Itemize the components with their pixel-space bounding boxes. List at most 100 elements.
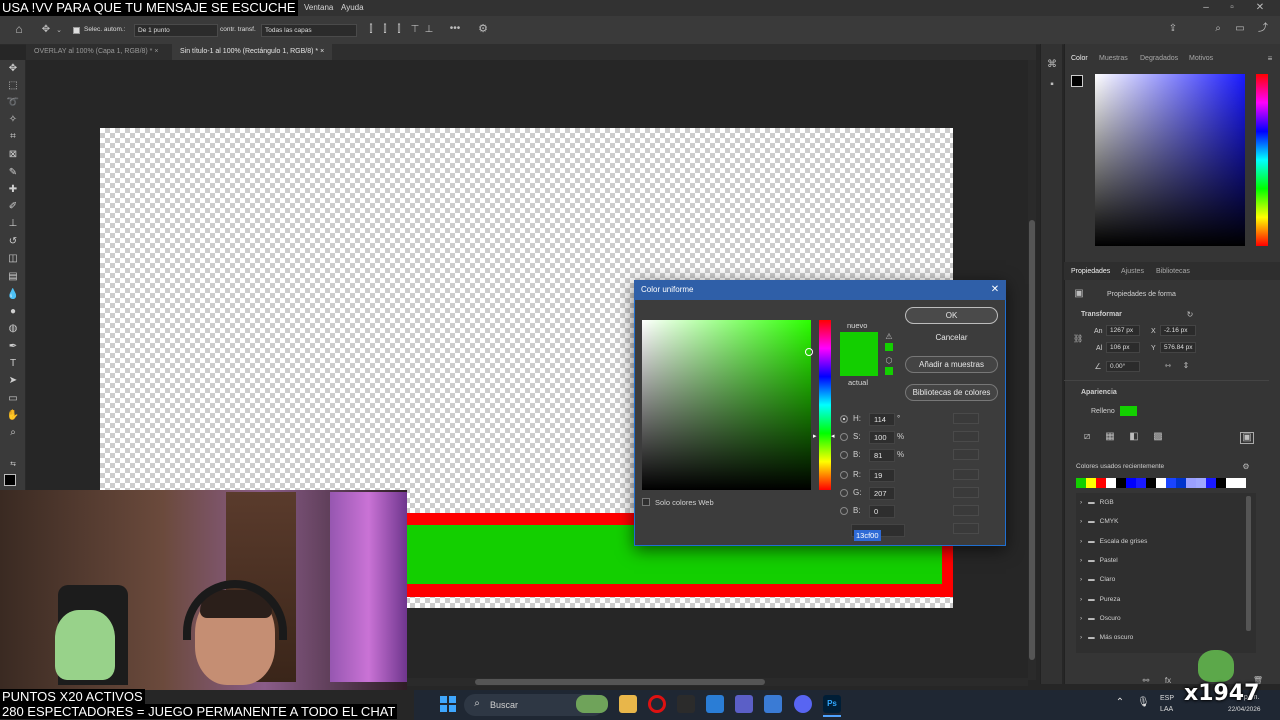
web-safe-swatch[interactable] [885,367,893,375]
teams-icon[interactable] [735,695,753,713]
hand-tool-icon[interactable]: ✋ [6,409,20,423]
close-icon[interactable]: ✕ [1254,3,1266,13]
color-field[interactable] [642,320,811,490]
color-picker-icon[interactable]: ▣ [1240,432,1254,444]
store-icon[interactable] [764,695,782,713]
chevron-right-icon[interactable]: › [1080,634,1082,641]
eyedropper-tool-icon[interactable]: ✎ [6,166,20,180]
recent-color-swatch[interactable] [1126,478,1136,488]
chevron-down-icon[interactable]: ⌄ [55,26,63,36]
color-field-cursor[interactable] [805,348,813,356]
weather-widget-icon[interactable] [576,695,608,713]
tab-bibliotecas[interactable]: Bibliotecas [1156,268,1190,275]
recent-color-swatch[interactable] [1216,478,1226,488]
swatch-folder[interactable]: › ▬ Pureza [1080,590,1120,609]
swatch-folder[interactable]: › ▬ RGB [1080,493,1114,512]
zoom-tool-icon[interactable]: ⌕ [6,426,20,440]
recent-color-swatch[interactable] [1076,478,1086,488]
gradient-tool-icon[interactable]: ▤ [6,270,20,284]
mode-radio[interactable] [840,415,848,423]
menu-ayuda[interactable]: Ayuda [341,3,364,12]
magic-wand-tool-icon[interactable]: ✧ [6,113,20,127]
align-left-icon[interactable]: ⫿ [366,25,376,35]
tab-sin-titulo[interactable]: Sin título-1 al 100% (Rectángulo 1, RGB/… [172,44,333,60]
workspace-icon[interactable]: ▭ [1233,24,1247,34]
y-field[interactable]: 576.84 px [1160,342,1196,353]
recent-color-swatch[interactable] [1196,478,1206,488]
swatch-folder[interactable]: › ▬ Escala de grises [1080,532,1147,551]
flip-horizontal-icon[interactable]: ⇿ [1163,361,1173,371]
field-value-input[interactable]: 114 [869,413,895,426]
pen-tool-icon[interactable]: ✒ [6,340,20,354]
recent-color-swatch[interactable] [1186,478,1196,488]
recent-color-swatch[interactable] [1236,478,1246,488]
microphone-icon[interactable]: 🎙 [1137,698,1150,708]
sponge-tool-icon[interactable]: ◍ [6,322,20,336]
comments-panel-icon[interactable]: ▪ [1046,80,1058,90]
chevron-right-icon[interactable]: › [1080,557,1082,564]
marquee-tool-icon[interactable]: ⬚ [6,79,20,93]
hex-field[interactable]: 13cf00 [851,524,905,541]
foreground-color-swatch[interactable] [4,474,16,486]
mode-radio[interactable] [840,471,848,479]
chevron-right-icon[interactable]: › [1080,538,1082,545]
field-value-input[interactable]: 100 [869,431,895,444]
gradient-fill-icon[interactable]: ◧ [1127,432,1141,442]
layers-select[interactable]: Todas las capas [261,24,357,37]
gamut-warning-icon[interactable]: ⚠ [884,332,894,342]
horizontal-scrollbar-thumb[interactable] [475,679,765,685]
recent-color-swatch[interactable] [1176,478,1186,488]
cancel-button[interactable]: Cancelar [905,329,998,346]
gear-icon[interactable]: ⚙ [1241,462,1251,472]
chevron-right-icon[interactable]: › [1080,596,1082,603]
move-tool-icon[interactable]: ✥ [6,62,20,76]
history-brush-tool-icon[interactable]: ↺ [6,235,20,249]
search-icon[interactable]: ⌕ [1211,24,1225,34]
link-proportions-icon[interactable]: ⛓ [1073,334,1083,344]
file-explorer-icon[interactable] [619,695,637,713]
foreground-color-swatch[interactable] [1071,75,1083,87]
windows-start-icon[interactable] [440,696,456,712]
mode-radio[interactable] [840,433,848,441]
add-to-swatches-button[interactable]: Añadir a muestras [905,356,998,373]
rectangle-tool-icon[interactable]: ▭ [6,392,20,406]
appearance-header[interactable]: Apariencia [1081,389,1117,396]
no-fill-icon[interactable]: ⧄ [1080,432,1094,442]
web-safe-icon[interactable]: ⬡ [884,356,894,366]
color-field[interactable] [1095,74,1245,246]
move-tool-icon[interactable]: ✥ [40,25,52,35]
stamp-tool-icon[interactable]: ⊥ [6,217,20,231]
swatch-folder[interactable]: › ▬ Pastel [1080,551,1118,570]
angle-field[interactable]: 0.00° [1106,361,1140,372]
path-selection-tool-icon[interactable]: ➤ [6,374,20,388]
recent-color-swatch[interactable] [1136,478,1146,488]
menu-ventana[interactable]: Ventana [304,3,333,12]
photoshop-icon[interactable]: Ps [823,695,841,713]
tab-propiedades[interactable]: Propiedades [1071,268,1110,275]
close-icon[interactable]: ✕ [988,283,1002,297]
recent-color-swatch[interactable] [1096,478,1106,488]
library-icon[interactable]: ⚯ [1140,676,1152,686]
lasso-tool-icon[interactable]: ➰ [6,96,20,110]
language-indicator-top[interactable]: ESP [1160,695,1174,702]
recent-color-swatch[interactable] [1156,478,1166,488]
field-value-input[interactable]: 0 [869,505,895,518]
chevron-right-icon[interactable]: › [1080,518,1082,525]
app-icon[interactable] [706,695,724,713]
dodge-tool-icon[interactable]: ● [6,305,20,319]
align-bottom-icon[interactable]: ⊥ [424,25,434,35]
height-field[interactable]: 106 px [1106,342,1140,353]
recent-color-swatch[interactable] [1106,478,1116,488]
swatch-folder[interactable]: › ▬ Oscuro [1080,609,1121,628]
opera-icon[interactable] [648,695,666,713]
auto-select-checkbox[interactable] [73,27,80,34]
clock-date[interactable]: 22/04/2026 [1228,706,1261,713]
reset-transform-icon[interactable]: ↻ [1185,310,1195,320]
hue-slider[interactable] [819,320,831,490]
share-icon[interactable]: ⇪ [1166,24,1180,34]
chevron-right-icon[interactable]: › [1080,576,1082,583]
tab-degradados[interactable]: Degradados [1140,55,1178,62]
close-icon[interactable]: × [320,48,324,55]
crop-tool-icon[interactable]: ⌗ [6,130,20,144]
ok-button[interactable]: OK [905,307,998,324]
